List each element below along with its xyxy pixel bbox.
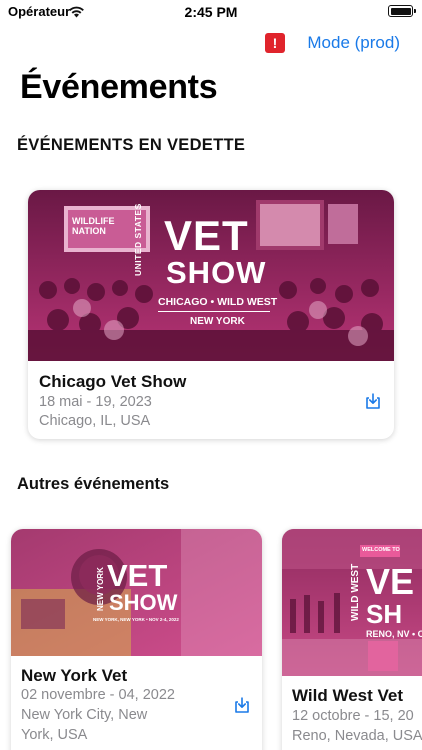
event-title: New York Vet [21,666,128,685]
event-image: NEW YORK VET SHOW NEW YORK, NEW YORK • N… [11,529,262,656]
featured-image-line2: SHOW [166,255,267,290]
ny-image-line1: VET [107,558,168,593]
featured-image-screen-text: WILDLIFE NATION [72,216,115,236]
event-dates: 12 octobre - 15, 20 [292,708,414,724]
featured-image-divider [158,311,270,312]
featured-section-title: ÉVÉNEMENTS EN VEDETTE [17,136,246,154]
event-card[interactable]: WELCOME TO WILD WEST VE SH RENO, NV • OC… [282,529,422,750]
event-dates: 18 mai - 19, 2023 [39,394,152,410]
ny-image-line2: SHOW [109,590,178,615]
mode-button[interactable]: Mode (prod) [307,33,400,53]
ny-image-side-text: NEW YORK [96,567,105,611]
clock: 2:45 PM [184,4,238,20]
event-dates: 02 novembre - 04, 2022 [21,687,175,703]
featured-image-side-text: UNITED STATES [133,203,143,276]
ww-image-banner: WELCOME TO [362,547,400,553]
alert-icon[interactable]: ! [265,33,285,53]
event-title: Wild West Vet [292,686,403,705]
ww-image-sub: RENO, NV • OCT [366,629,422,639]
featured-image-line1: VET [164,212,249,259]
event-title: Chicago Vet Show [39,372,187,391]
ww-image-line1: VE [366,561,415,602]
ww-image-side-text: WILD WEST [350,563,361,621]
page-title: Événements [20,68,218,106]
event-image: WILDLIFE NATION UNITED STATES VET SHOW C… [28,190,394,361]
event-location-line1: Reno, Nevada, USA [292,728,422,744]
event-location: Chicago, IL, USA [39,413,151,429]
featured-event-card[interactable]: WILDLIFE NATION UNITED STATES VET SHOW C… [28,190,394,439]
event-location-line1: New York City, New [21,707,148,723]
event-card[interactable]: NEW YORK VET SHOW NEW YORK, NEW YORK • N… [11,529,262,750]
event-image: WELCOME TO WILD WEST VE SH RENO, NV • OC… [282,529,422,676]
featured-image-cities: CHICAGO • WILD WEST [158,296,278,308]
battery-icon [388,5,416,17]
download-icon[interactable] [233,696,251,714]
status-bar: Opérateur 2:45 PM [0,0,422,24]
download-icon[interactable] [364,392,382,410]
ny-image-sub: NEW YORK, NEW YORK • NOV 2-4, 2022 [93,617,179,622]
other-events-section-title: Autres événements [17,475,170,493]
featured-image-city2: NEW YORK [190,316,245,327]
ww-image-line2: SH [366,599,403,629]
event-location-line2: York, USA [21,727,88,743]
